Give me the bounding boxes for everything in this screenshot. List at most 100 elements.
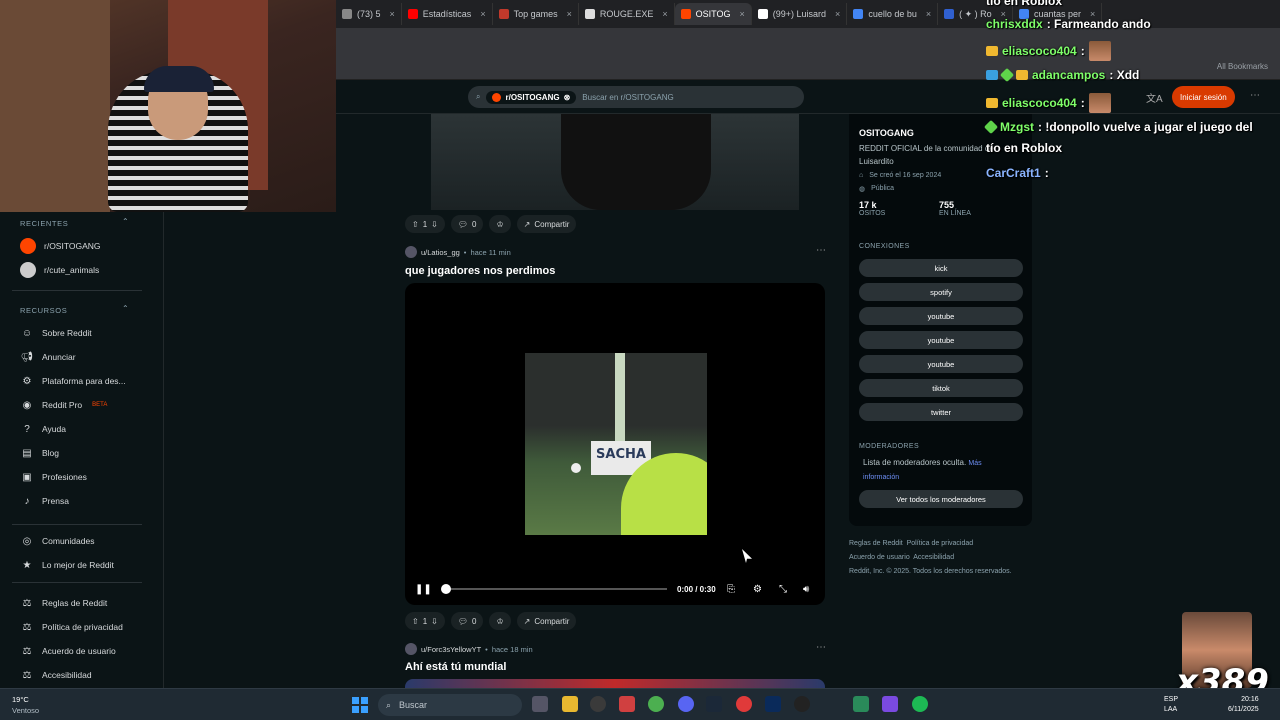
sidebar-item[interactable]: ♪ Prensa — [20, 493, 69, 509]
sidebar-item[interactable]: ☺ Sobre Reddit — [20, 325, 92, 341]
author-avatar[interactable] — [405, 643, 417, 655]
footer-link[interactable]: Política de privacidad — [907, 540, 974, 547]
discord-icon[interactable] — [678, 696, 694, 712]
sidebar-item[interactable]: ? Ayuda — [20, 421, 66, 437]
community-chip[interactable]: r/OSITOGANG ⊗ — [486, 90, 577, 104]
sidebar-item[interactable]: ★ Lo mejor de Reddit — [20, 557, 114, 573]
post-author[interactable]: u/Forc3sYellowYT — [421, 645, 481, 654]
post-author[interactable]: u/Latios_gg — [421, 248, 460, 257]
connection-link-button[interactable]: youtube — [859, 331, 1023, 349]
search-input[interactable]: Buscar en r/OSITOGANG — [582, 93, 673, 102]
upvote-icon[interactable]: ⇧ — [412, 617, 419, 626]
footer-link[interactable]: Reglas de Reddit — [849, 540, 903, 547]
video-player[interactable]: SACHA ❚❚ 0:00 / 0:30 ⎘ ⚙ ⤡ 🔊︎ — [405, 283, 825, 605]
connection-link-button[interactable]: youtube — [859, 307, 1023, 325]
volume-icon[interactable]: 🔊︎ — [803, 584, 809, 595]
clear-chip-icon[interactable]: ⊗ — [564, 93, 571, 102]
share-button[interactable]: ↗ Compartir — [516, 612, 577, 630]
app-icon[interactable] — [853, 696, 869, 712]
downvote-icon[interactable]: ⇩ — [431, 617, 438, 626]
browser-tab[interactable]: (99+) Luisard × — [752, 3, 848, 25]
vote-control[interactable]: ⇧ 1 ⇩ — [405, 612, 445, 630]
app-icon[interactable] — [794, 696, 810, 712]
connection-link-button[interactable]: twitter — [859, 403, 1023, 421]
video-progress-bar[interactable] — [443, 588, 667, 590]
sidebar-item[interactable]: ⚖ Reglas de Reddit — [20, 595, 108, 611]
browser-tab[interactable]: OSITOG × — [674, 3, 752, 25]
file-explorer-icon[interactable] — [562, 696, 578, 712]
comments-button[interactable]: 💬︎ 0 — [450, 612, 484, 630]
app-icon[interactable] — [882, 696, 898, 712]
close-tab-icon[interactable]: × — [480, 9, 485, 19]
sidebar-item[interactable]: ⚖ Política de privacidad — [20, 619, 123, 635]
close-tab-icon[interactable]: × — [835, 9, 840, 19]
connection-link-button[interactable]: spotify — [859, 283, 1023, 301]
language-indicator[interactable]: ESP LAA — [1164, 695, 1178, 715]
downvote-icon[interactable]: ⇩ — [431, 220, 438, 229]
captions-icon[interactable]: ⎘ — [727, 584, 735, 595]
upvote-icon[interactable]: ⇧ — [412, 220, 419, 229]
award-button[interactable]: ♔ — [489, 215, 511, 233]
close-tab-icon[interactable]: × — [567, 9, 572, 19]
close-tab-icon[interactable]: × — [390, 9, 395, 19]
spotify-icon[interactable] — [912, 696, 928, 712]
vote-control[interactable]: ⇧ 1 ⇩ — [405, 215, 445, 233]
browser-tab[interactable]: Top games × — [493, 3, 579, 25]
sidebar-item[interactable]: r/OSITOGANG — [20, 238, 101, 254]
view-moderators-button[interactable]: Ver todos los moderadores — [859, 490, 1023, 508]
connection-link-button[interactable]: tiktok — [859, 379, 1023, 397]
photoshop-icon[interactable] — [765, 696, 781, 712]
collapse-recent-icon[interactable]: ⌃ — [122, 217, 129, 226]
search-bar[interactable]: ⌕ r/OSITOGANG ⊗ Buscar en r/OSITOGANG — [468, 86, 804, 108]
taskbar-search[interactable]: ⌕ Buscar — [378, 694, 522, 716]
browser-tab[interactable]: Estadísticas × — [402, 3, 493, 25]
close-tab-icon[interactable]: × — [926, 9, 931, 19]
video-scrubber[interactable] — [441, 584, 451, 594]
weather-widget[interactable]: 19°C Ventoso — [12, 694, 39, 716]
comment-icon: 💬︎ — [457, 219, 469, 229]
recent-section-title: RECIENTES — [20, 219, 69, 228]
sidebar-item[interactable]: ⚖ Accesibilidad — [20, 667, 92, 683]
task-view-icon[interactable] — [532, 696, 548, 712]
browser-tab[interactable]: (73) 5 × — [336, 3, 402, 25]
award-button[interactable]: ♔ — [489, 612, 511, 630]
share-button[interactable]: ↗ Compartir — [516, 215, 577, 233]
footer-link[interactable]: Accesibilidad — [913, 554, 954, 561]
opera-icon[interactable] — [736, 696, 752, 712]
sidebar-item[interactable]: ◉ Reddit Pro BETA — [20, 397, 108, 413]
sidebar-item-label: Reglas de Reddit — [42, 598, 108, 608]
collapse-resources-icon[interactable]: ⌃ — [122, 304, 129, 313]
post-title[interactable]: que jugadores nos perdimos — [405, 265, 555, 277]
close-tab-icon[interactable]: × — [740, 9, 745, 19]
app-icon[interactable] — [619, 696, 635, 712]
chrome-icon[interactable] — [648, 696, 664, 712]
browser-tab[interactable]: ROUGE.EXE × — [579, 3, 675, 25]
fullscreen-icon[interactable]: ⤡ — [779, 584, 787, 595]
sidebar-item[interactable]: ▣ Profesiones — [20, 469, 87, 485]
sidebar-item[interactable]: r/cute_animals — [20, 262, 99, 278]
sidebar-item[interactable]: ⚖ Acuerdo de usuario — [20, 643, 116, 659]
pause-icon[interactable]: ❚❚ — [415, 584, 432, 595]
clock[interactable]: 20:16 6/11/2025 — [1228, 695, 1259, 715]
sidebar-item[interactable]: 📢︎ Anunciar — [20, 349, 76, 365]
post-menu-icon[interactable]: ⋯ — [816, 245, 826, 256]
app-icon[interactable] — [590, 696, 606, 712]
sidebar-item[interactable]: ◎ Comunidades — [20, 533, 95, 549]
previous-post-image[interactable] — [431, 114, 799, 210]
author-avatar[interactable] — [405, 246, 417, 258]
sidebar-item[interactable]: ▤ Blog — [20, 445, 59, 461]
steam-icon[interactable] — [706, 696, 722, 712]
comments-button[interactable]: 💬︎ 0 — [450, 215, 484, 233]
windows-start-icon[interactable] — [352, 697, 368, 713]
footer-link[interactable]: Acuerdo de usuario — [849, 554, 910, 561]
settings-gear-icon[interactable]: ⚙ — [753, 584, 762, 595]
connection-link-button[interactable]: kick — [859, 259, 1023, 277]
connection-link-button[interactable]: youtube — [859, 355, 1023, 373]
browser-tab[interactable]: cuello de bu × — [847, 3, 939, 25]
sidebar-item[interactable]: ⚙ Plataforma para des... — [20, 373, 126, 389]
tab-title: OSITOG — [695, 9, 731, 19]
post-menu-icon[interactable]: ⋯ — [816, 642, 826, 653]
next-post-image[interactable] — [405, 679, 825, 688]
close-tab-icon[interactable]: × — [662, 9, 667, 19]
post-title[interactable]: Ahí está tú mundial — [405, 661, 506, 673]
